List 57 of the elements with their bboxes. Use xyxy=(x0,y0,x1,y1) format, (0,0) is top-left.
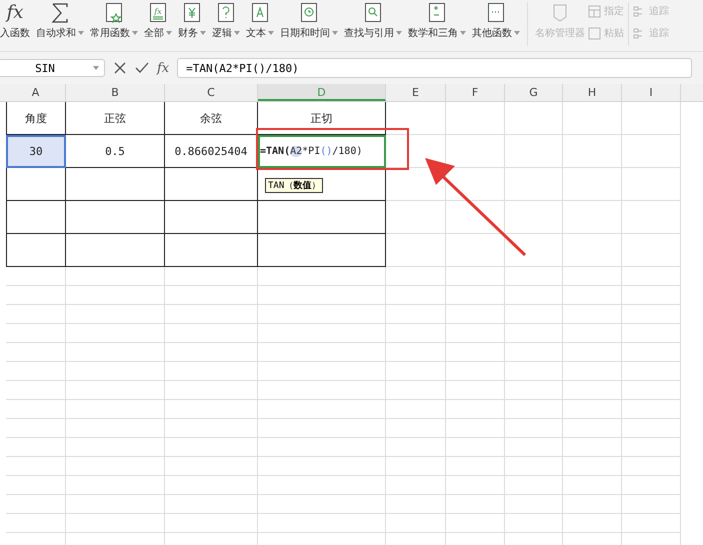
table-cell: 正切 xyxy=(258,102,386,135)
ribbon-button[interactable]: 常用函数 xyxy=(87,2,141,40)
empty-cell[interactable] xyxy=(66,168,165,201)
square-icon xyxy=(588,26,601,40)
caret-icon xyxy=(234,31,240,36)
column-header[interactable]: I xyxy=(622,84,681,101)
column-header[interactable]: H xyxy=(563,84,622,101)
ribbon-button[interactable]: 数学和三角 xyxy=(405,2,469,40)
empty-cell[interactable] xyxy=(6,201,66,234)
ribbon-button[interactable]: 其他函数 xyxy=(469,2,523,40)
close-icon[interactable] xyxy=(113,61,127,75)
column-header[interactable]: B xyxy=(66,84,165,101)
ribbon-button[interactable]: 财务 xyxy=(175,2,209,40)
function-icon: fx xyxy=(147,2,169,24)
empty-cell[interactable] xyxy=(165,234,258,267)
insert-function-button[interactable]: fx xyxy=(157,60,170,76)
empty-cell[interactable] xyxy=(165,201,258,234)
caret-icon xyxy=(268,31,274,36)
empty-cell[interactable] xyxy=(258,201,386,234)
caret-icon xyxy=(78,31,84,36)
caret-icon xyxy=(200,31,206,36)
function-tooltip: TAN（数值） xyxy=(265,178,324,193)
ribbon-button[interactable]: 日期和时间 xyxy=(277,2,341,40)
ribbon-button[interactable]: 文本 xyxy=(243,2,277,40)
caret-icon xyxy=(514,31,520,36)
table-cell: 正弦 xyxy=(66,102,165,135)
empty-cell[interactable] xyxy=(6,234,66,267)
table-cell: 30 xyxy=(6,135,66,168)
ribbon-button[interactable]: 查找与引用 xyxy=(341,2,405,40)
check-icon[interactable] xyxy=(135,61,149,75)
column-header[interactable]: E xyxy=(386,84,446,101)
caret-icon xyxy=(460,31,466,36)
formula-input[interactable]: =TAN(A2*PI()/180) xyxy=(177,58,692,78)
caret-icon xyxy=(396,31,402,36)
ribbon-button[interactable]: 自动求和 xyxy=(33,2,87,40)
ribbon-button[interactable]: fx 全部 xyxy=(141,2,175,40)
column-header[interactable]: G xyxy=(505,84,563,101)
table-cell: 0.866025404 xyxy=(165,135,258,168)
column-header[interactable]: F xyxy=(446,84,505,101)
ribbon-button[interactable]: fx 入函数 xyxy=(0,2,33,40)
caret-icon xyxy=(166,31,172,36)
caret-icon xyxy=(93,66,99,70)
empty-cell[interactable] xyxy=(6,168,66,201)
empty-cell[interactable] xyxy=(258,234,386,267)
column-header[interactable]: A xyxy=(6,84,66,101)
function-icon: fx xyxy=(6,2,24,24)
empty-cell[interactable] xyxy=(66,201,165,234)
ribbon-button[interactable]: 逻辑 xyxy=(209,2,243,40)
table-cell: 0.5 xyxy=(66,135,165,168)
name-box[interactable]: SIN xyxy=(0,59,105,77)
empty-cell[interactable] xyxy=(66,234,165,267)
caret-icon xyxy=(132,31,138,36)
empty-cell[interactable] xyxy=(165,168,258,201)
table-cell: 余弦 xyxy=(165,102,258,135)
editing-cell[interactable]: =TAN(A2*PI()/180) xyxy=(258,135,386,168)
table-icon xyxy=(588,4,601,18)
caret-icon xyxy=(332,31,338,36)
